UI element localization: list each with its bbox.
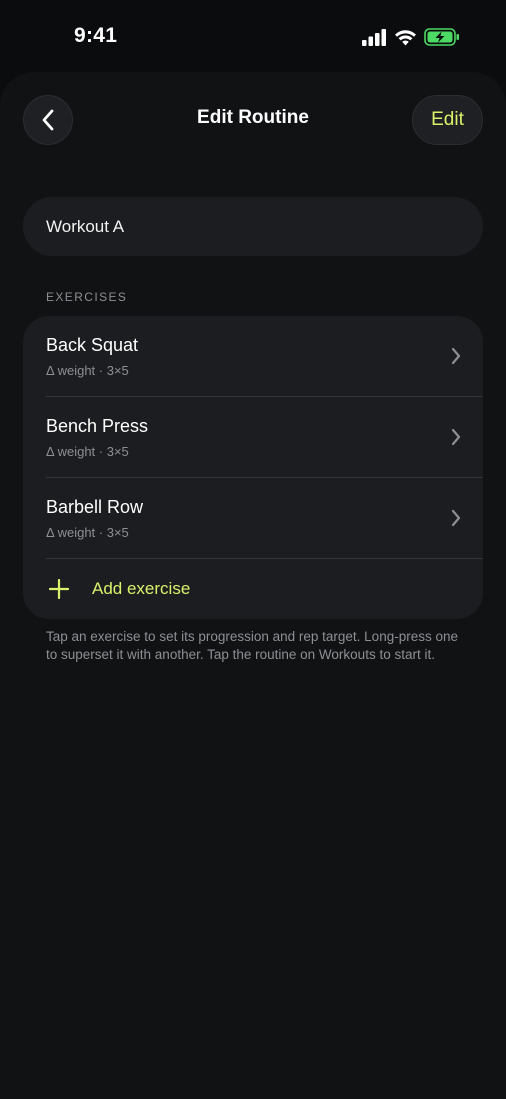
edit-routine-sheet: Edit Routine Edit Workout A EXERCISES Ba… [0, 72, 506, 1099]
exercises-section-label: EXERCISES [46, 290, 128, 304]
battery-charging-icon [424, 28, 459, 46]
exercise-name: Barbell Row [46, 497, 144, 517]
status-bar: 9:41 [0, 0, 506, 72]
plus-icon [49, 579, 69, 599]
add-exercise-label: Add exercise [92, 579, 191, 598]
add-exercise-button[interactable]: Add exercise [23, 559, 483, 619]
exercise-row-bench-press[interactable]: Bench Press Δ weight · 3×5 [23, 397, 483, 478]
wifi-icon [395, 29, 416, 45]
exercise-row-back-squat[interactable]: Back Squat Δ weight · 3×5 [23, 316, 483, 397]
chevron-right-icon [451, 347, 461, 365]
chevron-right-icon [451, 428, 461, 446]
exercises-list: Back Squat Δ weight · 3×5 Bench Press Δ … [23, 316, 483, 619]
edit-button[interactable]: Edit [412, 95, 483, 145]
exercise-detail: Δ weight · 3×5 [46, 444, 129, 459]
status-icons [362, 27, 460, 47]
status-time: 9:41 [74, 24, 118, 47]
exercise-name: Bench Press [46, 416, 149, 436]
routine-name-input[interactable]: Workout A [23, 197, 483, 256]
exercise-name: Back Squat [46, 335, 139, 355]
chevron-right-icon [451, 509, 461, 527]
exercise-detail: Δ weight · 3×5 [46, 363, 129, 378]
exercise-row-barbell-row[interactable]: Barbell Row Δ weight · 3×5 [23, 478, 483, 559]
cellular-signal-icon [362, 28, 386, 46]
exercise-detail: Δ weight · 3×5 [46, 525, 129, 540]
help-text: Tap an exercise to set its progression a… [46, 629, 458, 662]
